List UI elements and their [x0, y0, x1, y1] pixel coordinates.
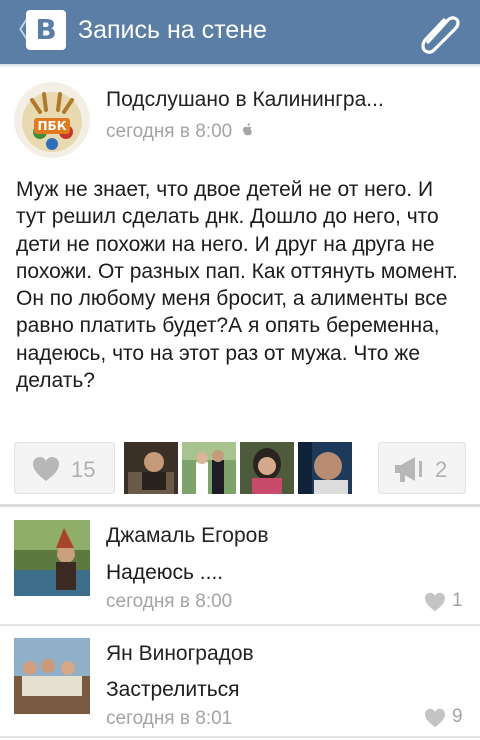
comment-like-count: 9 [452, 706, 463, 727]
comment-author[interactable]: Джамаль Егоров [106, 524, 269, 548]
like-button[interactable]: 15 [14, 442, 115, 494]
post-text: Муж не знает, что двое детей не от него.… [16, 178, 458, 393]
heart-icon [425, 592, 445, 612]
divider [0, 736, 480, 738]
divider [0, 504, 480, 507]
comment-like-button[interactable]: 9 [424, 706, 466, 730]
header-shadow [0, 64, 480, 68]
comment-like-button[interactable]: 1 [424, 590, 466, 614]
comment-text: Надеюсь .... [106, 561, 224, 584]
share-button[interactable]: 2 [378, 442, 466, 494]
vk-logo-button[interactable]: B [26, 10, 66, 50]
liker-avatar[interactable] [182, 442, 236, 494]
apple-icon [242, 123, 252, 136]
comment-avatar[interactable] [14, 520, 90, 596]
comment-text: Застрелиться [106, 678, 240, 701]
post-timestamp: сегодня в 8:00 [106, 121, 254, 143]
like-count: 15 [71, 457, 96, 482]
liker-avatar[interactable] [298, 442, 352, 494]
heart-icon [425, 708, 445, 728]
megaphone-icon [395, 457, 422, 482]
top-bar: 〈 B Запись на стене [0, 0, 480, 64]
share-count: 2 [435, 457, 448, 482]
divider [0, 624, 480, 626]
heart-icon [33, 457, 59, 481]
liker-avatar[interactable] [240, 442, 294, 494]
post-time-text: сегодня в 8:00 [106, 121, 233, 142]
comment-like-count: 1 [452, 590, 463, 611]
comment-timestamp: сегодня в 8:00 [106, 591, 233, 612]
likers-strip[interactable] [124, 442, 352, 494]
page-title: Запись на стене [78, 16, 267, 44]
comment-author[interactable]: Ян Виноградов [106, 642, 254, 666]
group-name[interactable]: Подслушано в Калинингра... [106, 88, 384, 112]
avatar-logo-text: ПБК [38, 119, 67, 133]
comment-avatar[interactable] [14, 638, 90, 714]
group-avatar[interactable]: ПБК [14, 82, 90, 158]
comment-timestamp: сегодня в 8:01 [106, 708, 233, 729]
paperclip-icon[interactable] [414, 8, 464, 54]
liker-avatar[interactable] [124, 442, 178, 494]
